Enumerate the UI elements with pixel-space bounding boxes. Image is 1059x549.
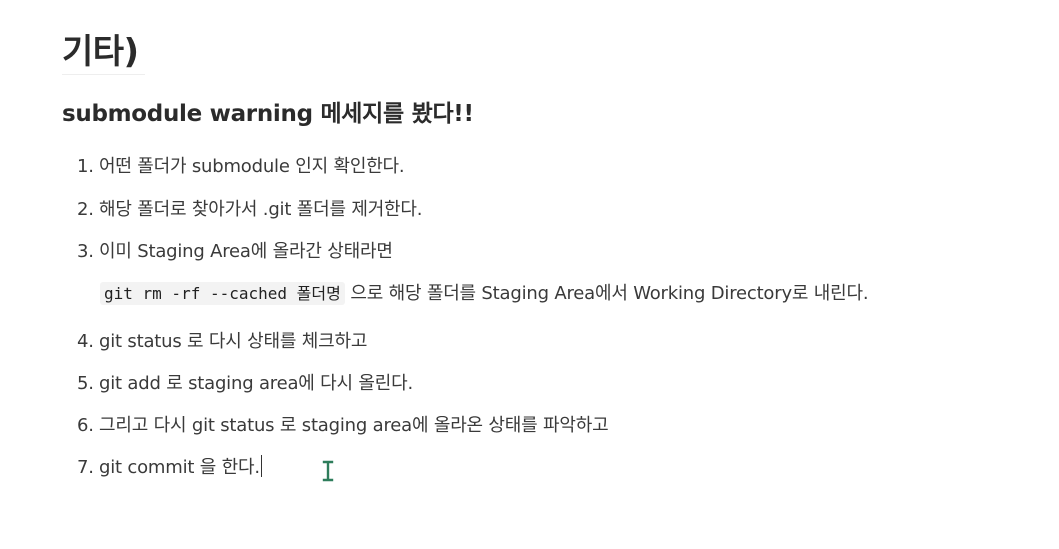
list-number: 1. <box>77 156 94 177</box>
list-number: 5. <box>77 373 94 394</box>
list-item: 3. 이미 Staging Area에 올라간 상태라면 <box>77 239 393 265</box>
text-cursor-icon <box>322 460 334 482</box>
list-text: 그리고 다시 git status 로 staging area에 올라온 상태… <box>99 415 609 436</box>
section-heading: submodule warning 메세지를 봤다!! <box>62 101 474 127</box>
continuation-text: 으로 해당 폴더를 Staging Area에서 Working Directo… <box>344 283 869 304</box>
list-text: 어떤 폴더가 submodule 인지 확인한다. <box>99 156 405 177</box>
list-text: git add 로 staging area에 다시 올린다. <box>99 373 414 394</box>
list-number: 3. <box>77 241 94 262</box>
list-number: 7. <box>77 457 94 478</box>
list-item: 5. git add 로 staging area에 다시 올린다. <box>77 371 413 397</box>
list-text: git commit 을 한다. <box>99 457 260 478</box>
text-caret <box>260 455 262 477</box>
list-number: 6. <box>77 415 94 436</box>
list-item-continuation: git rm -rf --cached 폴더명 으로 해당 폴더를 Stagin… <box>100 281 869 307</box>
inline-code: git rm -rf --cached 폴더명 <box>100 282 345 305</box>
document-page: 기타) submodule warning 메세지를 봤다!! 1. 어떤 폴더가… <box>0 0 1059 549</box>
list-item: 2. 해당 폴더로 찾아가서 .git 폴더를 제거한다. <box>77 197 422 223</box>
list-text: git status 로 다시 상태를 체크하고 <box>99 331 368 352</box>
list-item: 4. git status 로 다시 상태를 체크하고 <box>77 329 367 355</box>
list-item: 7. git commit 을 한다. <box>77 455 262 481</box>
list-number: 2. <box>77 199 94 220</box>
list-text: 이미 Staging Area에 올라간 상태라면 <box>99 241 393 262</box>
list-text: 해당 폴더로 찾아가서 .git 폴더를 제거한다. <box>99 199 423 220</box>
list-item: 1. 어떤 폴더가 submodule 인지 확인한다. <box>77 154 405 180</box>
page-title: 기타) <box>62 30 145 75</box>
list-item: 6. 그리고 다시 git status 로 staging area에 올라온 … <box>77 413 609 439</box>
list-number: 4. <box>77 331 94 352</box>
